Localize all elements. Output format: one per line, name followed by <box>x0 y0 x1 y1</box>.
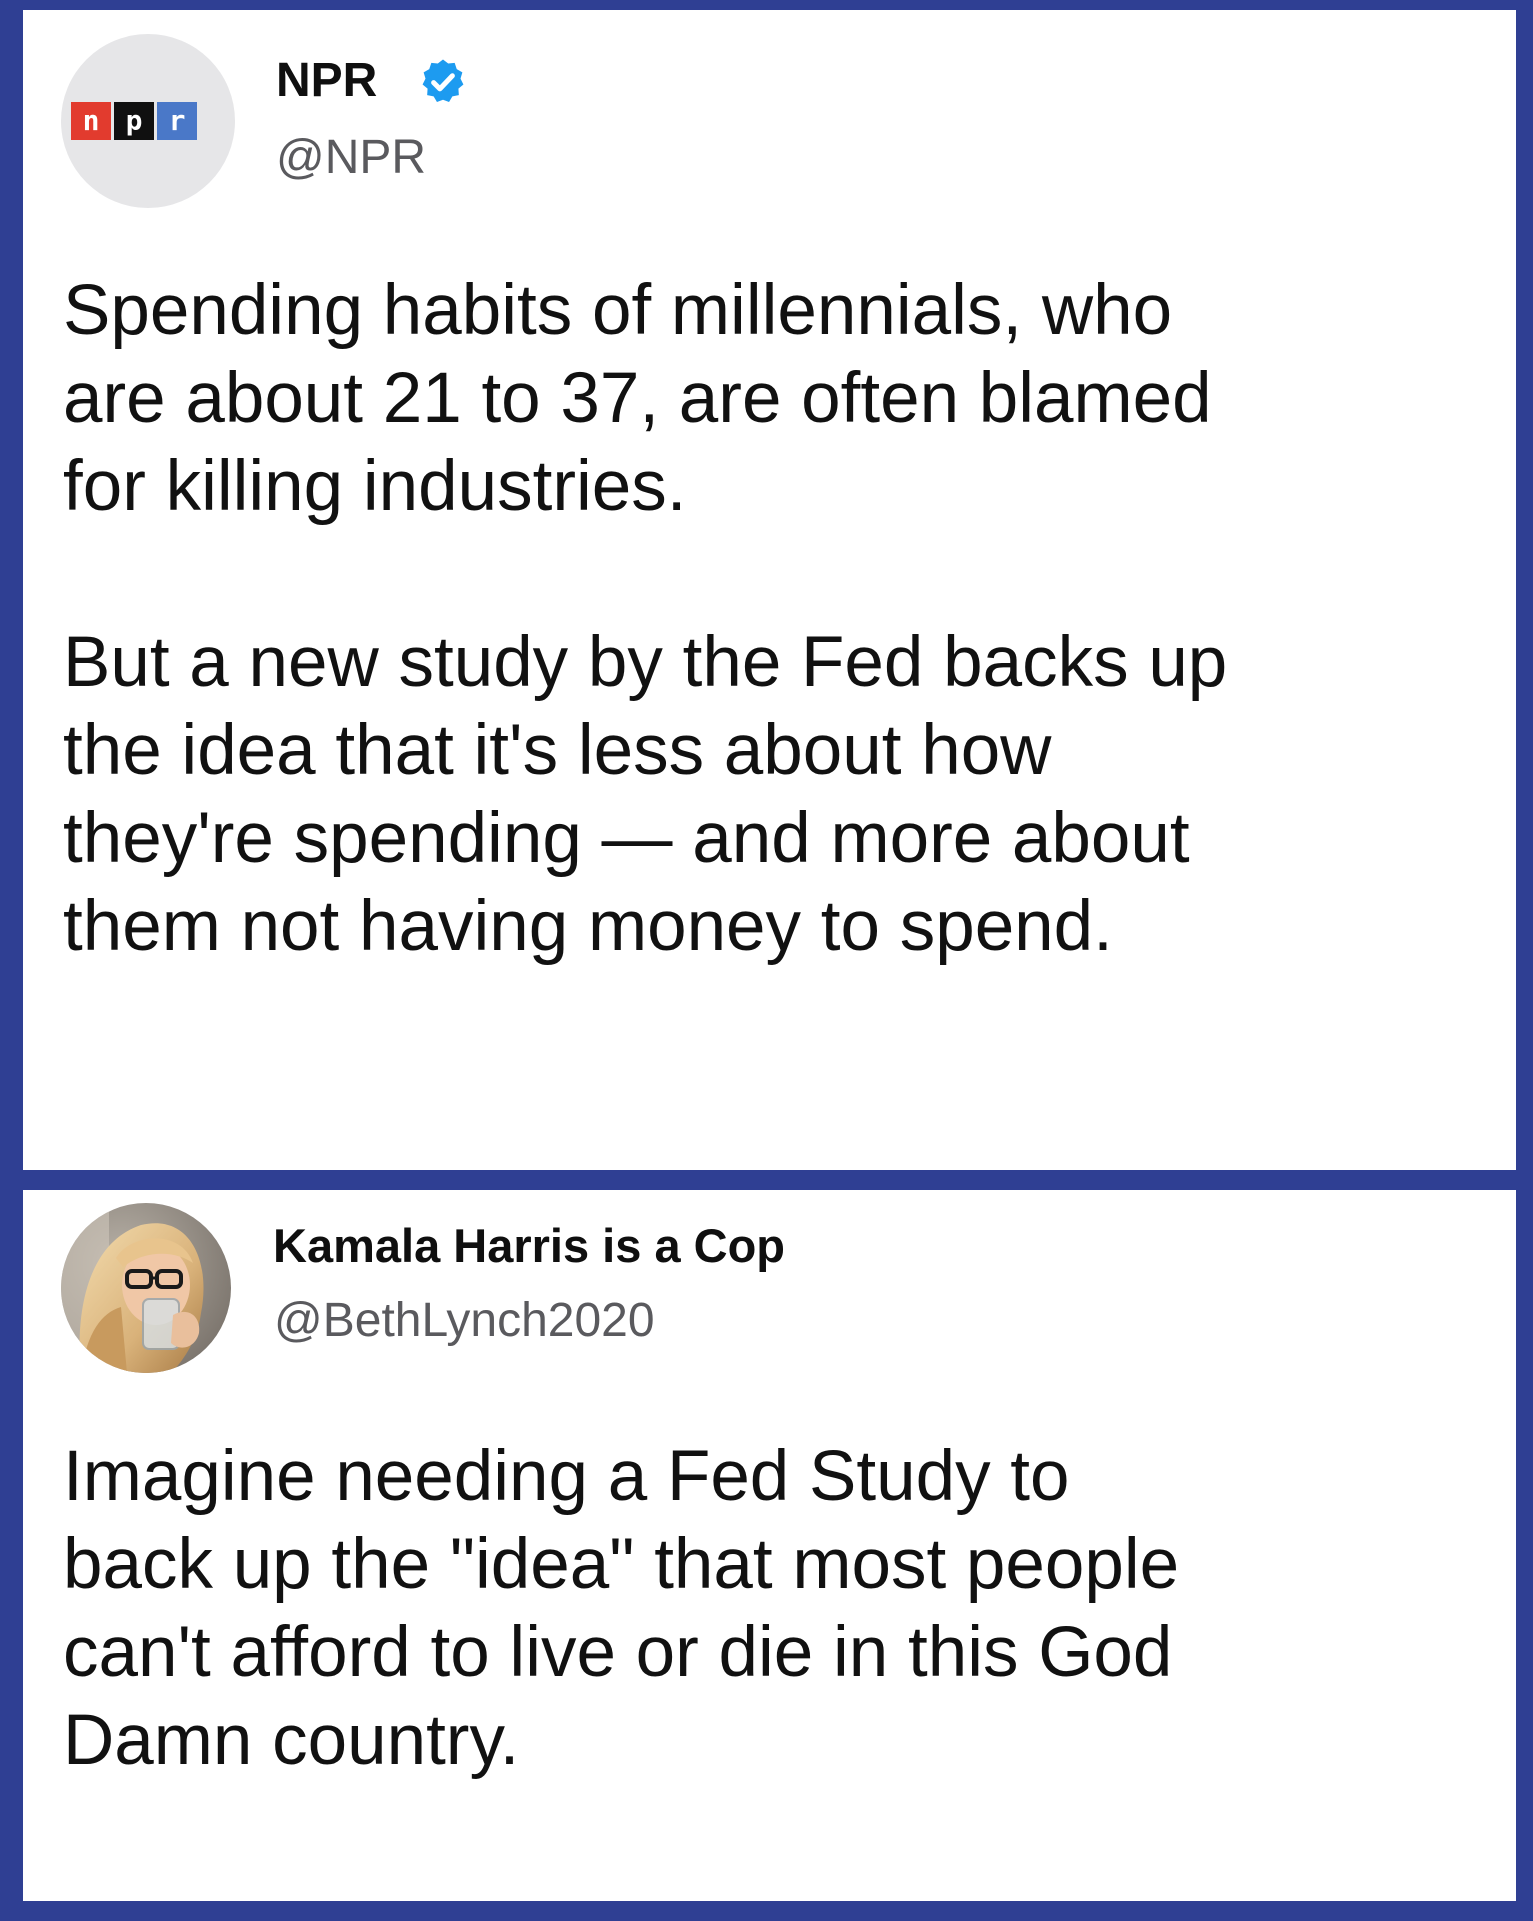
logo-letter-p: p <box>114 102 154 140</box>
npr-avatar[interactable]: n p r <box>61 34 235 208</box>
author-handle[interactable]: @NPR <box>276 130 426 185</box>
author-display-name[interactable]: NPR <box>276 53 377 108</box>
avatar-portrait-image <box>61 1203 231 1373</box>
tweet-text: Spending habits of millennials, who are … <box>63 271 1228 966</box>
tweet-card-npr[interactable]: n p r NPR @NPR Spending habits of millen… <box>23 10 1516 1170</box>
logo-letter-r: r <box>157 102 197 140</box>
tweet-text: Imagine needing a Fed Study to back up t… <box>63 1437 1180 1780</box>
logo-letter-n: n <box>71 102 111 140</box>
author-display-name[interactable]: Kamala Harris is a Cop <box>273 1218 785 1273</box>
author-handle[interactable]: @BethLynch2020 <box>274 1293 655 1348</box>
tweet-card-reply[interactable]: Kamala Harris is a Cop @BethLynch2020 Im… <box>23 1190 1516 1901</box>
user-avatar-photo[interactable] <box>61 1203 231 1373</box>
npr-logo: n p r <box>71 102 197 140</box>
verified-badge-icon <box>422 59 464 102</box>
